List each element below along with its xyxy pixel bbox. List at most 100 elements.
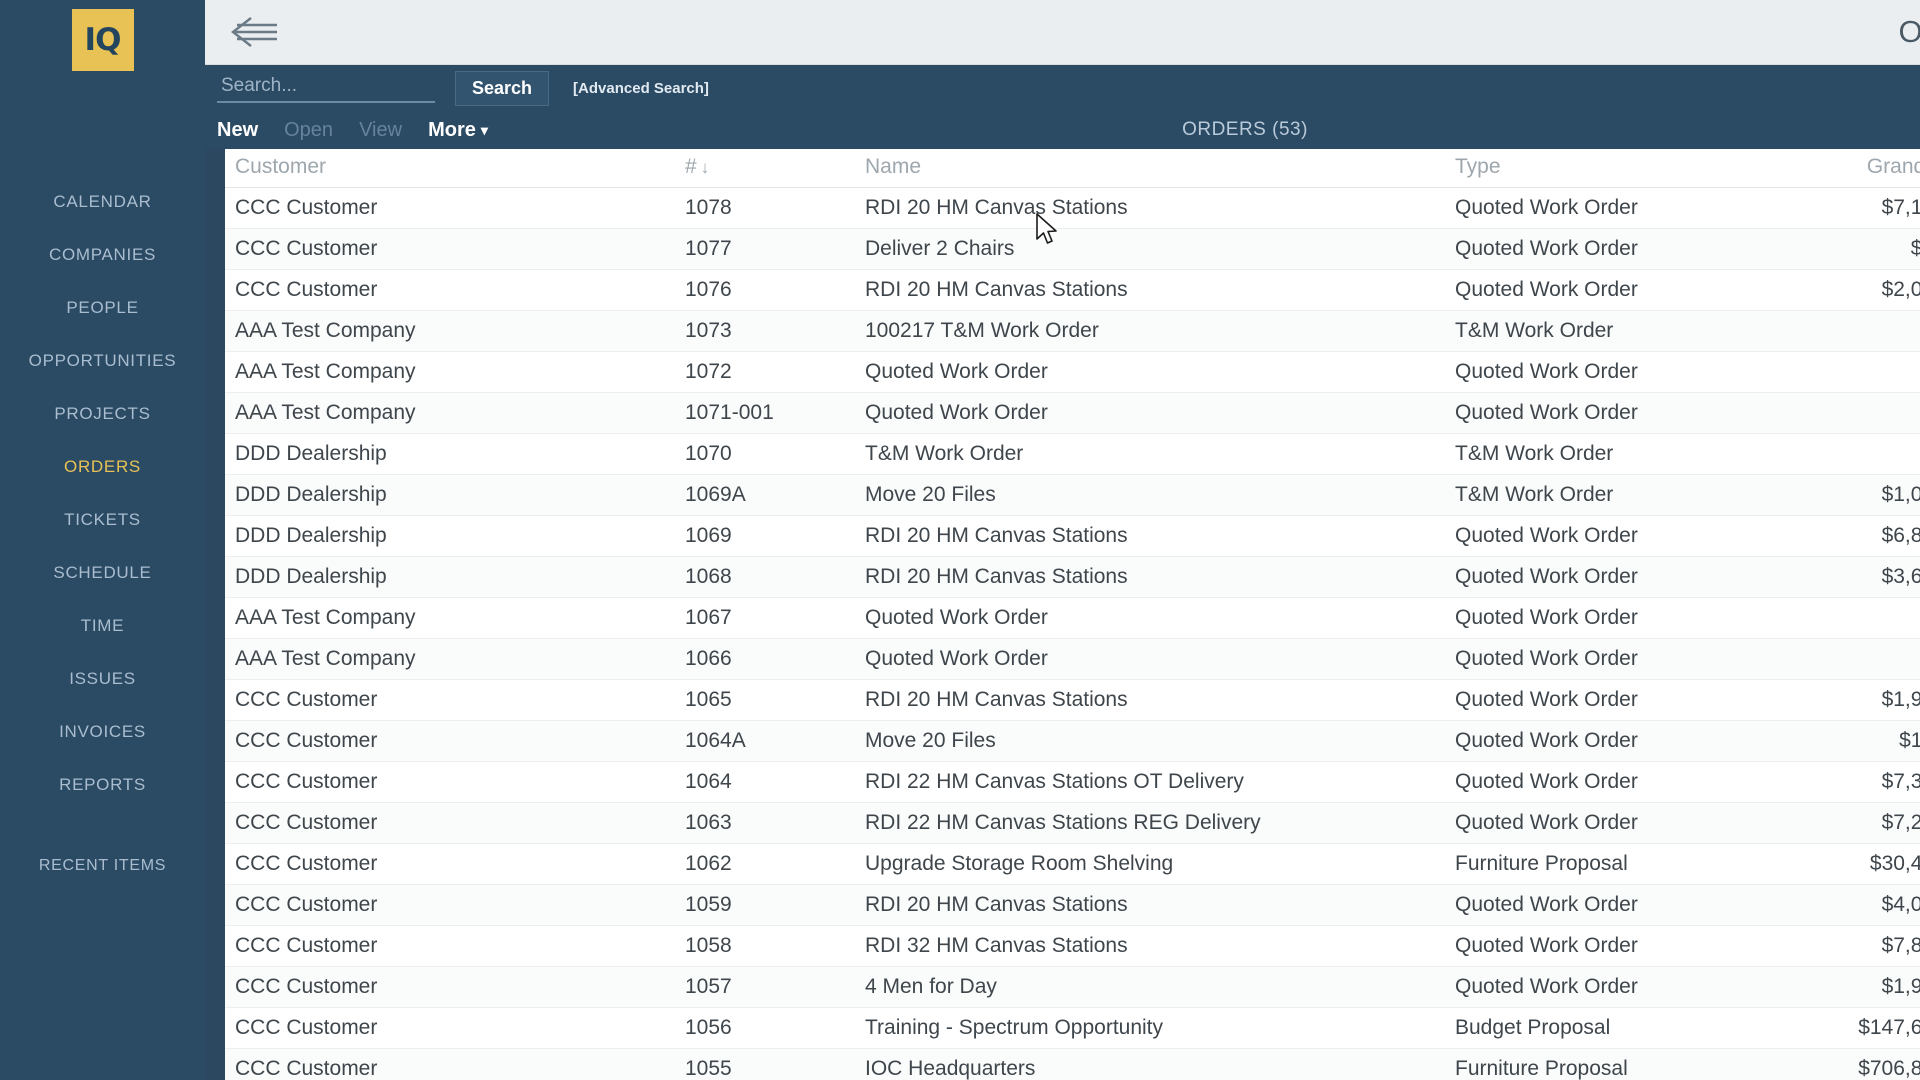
table-row[interactable]: AAA Test Company 1073 100217 T&M Work Orde…: [225, 310, 1920, 352]
sidebar-item-invoices[interactable]: INVOICES: [0, 705, 205, 758]
search-bar: Search [Advanced Search] ALL Orders: [205, 65, 1920, 111]
search-button[interactable]: Search: [455, 70, 550, 106]
sidebar-item-orders[interactable]: ORDERS: [0, 440, 205, 493]
cell-total: $1,920.00: [1755, 966, 1920, 1008]
cell-name: Quoted Work Order: [855, 392, 1445, 434]
cell-num: 1073: [675, 310, 855, 352]
cell-customer: CCC Customer: [225, 1048, 675, 1080]
cell-total: $0.00: [1755, 351, 1920, 393]
cell-name: Quoted Work Order: [855, 638, 1445, 680]
table-row[interactable]: CCC Customer 1059 RDI 20 HM Canvas Station…: [225, 884, 1920, 926]
cell-num: 1063: [675, 802, 855, 844]
cell-type: Quoted Work Order: [1445, 597, 1755, 639]
table-row[interactable]: AAA Test Company 1071-001 Quoted Work Orde…: [225, 392, 1920, 434]
app-logo[interactable]: IQ: [71, 9, 134, 71]
search-input[interactable]: [217, 73, 435, 103]
table-row[interactable]: DDD Dealership 1070 T&M Work Order T&M Work…: [225, 433, 1920, 475]
table-row[interactable]: CCC Customer 1055 IOC Headquarters Furnitur…: [225, 1048, 1920, 1080]
table-row[interactable]: CCC Customer 1057 4 Men for Day Quoted Work…: [225, 966, 1920, 1008]
table-row[interactable]: AAA Test Company 1066 Quoted Work Order Quo…: [225, 638, 1920, 680]
cell-customer: DDD Dealership: [225, 433, 675, 475]
new-button[interactable]: New: [217, 119, 258, 142]
table-row[interactable]: AAA Test Company 1072 Quoted Work Order Quo…: [225, 351, 1920, 393]
cell-name: RDI 20 HM Canvas Stations: [855, 187, 1445, 229]
table-row[interactable]: AAA Test Company 1067 Quoted Work Order Quo…: [225, 597, 1920, 639]
cell-customer: AAA Test Company: [225, 351, 675, 393]
cell-name: Upgrade Storage Room Shelving: [855, 843, 1445, 885]
table-row[interactable]: CCC Customer 1076 RDI 20 HM Canvas Station…: [225, 269, 1920, 311]
cell-type: Quoted Work Order: [1445, 638, 1755, 680]
sidebar-item-tickets[interactable]: TICKETS: [0, 493, 205, 546]
cell-customer: CCC Customer: [225, 1007, 675, 1049]
table-row[interactable]: CCC Customer 1065 RDI 20 HM Canvas Station…: [225, 679, 1920, 721]
cell-type: Furniture Proposal: [1445, 843, 1755, 885]
cell-num: 1064: [675, 761, 855, 803]
cell-customer: CCC Customer: [225, 802, 675, 844]
cell-total: $97.50: [1755, 228, 1920, 270]
more-label: More: [428, 118, 476, 141]
table-header: Customer #↓ Name Type Grand Total Status: [225, 149, 1920, 188]
column-header-number[interactable]: # ↓: [675, 149, 855, 188]
cell-customer: AAA Test Company: [225, 310, 675, 352]
column-header-grand-total[interactable]: Grand Total: [1755, 149, 1920, 188]
cell-customer: DDD Dealership: [225, 474, 675, 516]
cell-num: 1062: [675, 843, 855, 885]
cell-num: 1066: [675, 638, 855, 680]
column-header-name[interactable]: Name: [855, 149, 1445, 188]
cell-name: Quoted Work Order: [855, 351, 1445, 393]
sidebar-item-time[interactable]: TIME: [0, 599, 205, 652]
cell-name: Move 20 Files: [855, 474, 1445, 516]
open-button[interactable]: Open: [284, 119, 333, 142]
cell-num: 1056: [675, 1007, 855, 1049]
cell-name: RDI 20 HM Canvas Stations: [855, 884, 1445, 926]
advanced-search-link[interactable]: [Advanced Search]: [573, 80, 709, 97]
cell-type: Quoted Work Order: [1445, 720, 1755, 762]
cell-num: 1065: [675, 679, 855, 721]
cell-total: $147,620.00: [1755, 1007, 1920, 1049]
sidebar-item-opportunities[interactable]: OPPORTUNITIES: [0, 334, 205, 387]
table-row[interactable]: CCC Customer 1077 Deliver 2 Chairs Quoted W…: [225, 228, 1920, 270]
table-row[interactable]: DDD Dealership 1068 RDI 20 HM Canvas Stati…: [225, 556, 1920, 598]
cell-type: Quoted Work Order: [1445, 228, 1755, 270]
back-arrow-icon[interactable]: [227, 12, 283, 52]
table-row[interactable]: CCC Customer 1063 RDI 22 HM Canvas Station…: [225, 802, 1920, 844]
cell-customer: CCC Customer: [225, 966, 675, 1008]
cell-customer: DDD Dealership: [225, 515, 675, 557]
cell-type: Quoted Work Order: [1445, 351, 1755, 393]
table-row[interactable]: CCC Customer 1064 RDI 22 HM Canvas Station…: [225, 761, 1920, 803]
sidebar-nav: CALENDAR COMPANIES PEOPLE OPPORTUNITIES PROJ…: [0, 175, 205, 811]
table-row[interactable]: CCC Customer 1058 RDI 32 HM Canvas Station…: [225, 925, 1920, 967]
cell-total: $2,030.00: [1755, 269, 1920, 311]
view-button[interactable]: View: [359, 119, 402, 142]
cell-type: Quoted Work Order: [1445, 761, 1755, 803]
more-button[interactable]: More ▾: [428, 119, 488, 142]
table-row[interactable]: CCC Customer 1078 RDI 20 HM Canvas Station…: [225, 187, 1920, 229]
cell-type: T&M Work Order: [1445, 474, 1755, 516]
cell-total: $0.00: [1755, 638, 1920, 680]
sidebar-item-projects[interactable]: PROJECTS: [0, 387, 205, 440]
sidebar-item-calendar[interactable]: CALENDAR: [0, 175, 205, 228]
sidebar-item-schedule[interactable]: SCHEDULE: [0, 546, 205, 599]
top-bar: Orders: [205, 0, 1920, 65]
cell-num: 1078: [675, 187, 855, 229]
cell-customer: CCC Customer: [225, 228, 675, 270]
cell-total: $7,136.05: [1755, 187, 1920, 229]
cell-customer: AAA Test Company: [225, 597, 675, 639]
table-row[interactable]: CCC Customer 1062 Upgrade Storage Room She…: [225, 843, 1920, 885]
sidebar-item-people[interactable]: PEOPLE: [0, 281, 205, 334]
sidebar-item-companies[interactable]: COMPANIES: [0, 228, 205, 281]
cell-total: $0.00: [1755, 597, 1920, 639]
table-row[interactable]: DDD Dealership 1069A Move 20 Files T&M Work…: [225, 474, 1920, 516]
column-header-type[interactable]: Type: [1445, 149, 1755, 188]
table-row[interactable]: DDD Dealership 1069 RDI 20 HM Canvas Stati…: [225, 515, 1920, 557]
table-row[interactable]: CCC Customer 1064A Move 20 Files Quoted Wor…: [225, 720, 1920, 762]
sidebar-item-reports[interactable]: REPORTS: [0, 758, 205, 811]
cell-type: T&M Work Order: [1445, 433, 1755, 475]
recent-items-label[interactable]: RECENT ITEMS: [0, 857, 205, 875]
sidebar-item-issues[interactable]: ISSUES: [0, 652, 205, 705]
cell-total: $7,386.95: [1755, 761, 1920, 803]
table-row[interactable]: CCC Customer 1056 Training - Spectrum Oppo…: [225, 1007, 1920, 1049]
cell-name: RDI 20 HM Canvas Stations: [855, 269, 1445, 311]
cell-type: Quoted Work Order: [1445, 802, 1755, 844]
column-header-customer[interactable]: Customer: [225, 149, 675, 188]
